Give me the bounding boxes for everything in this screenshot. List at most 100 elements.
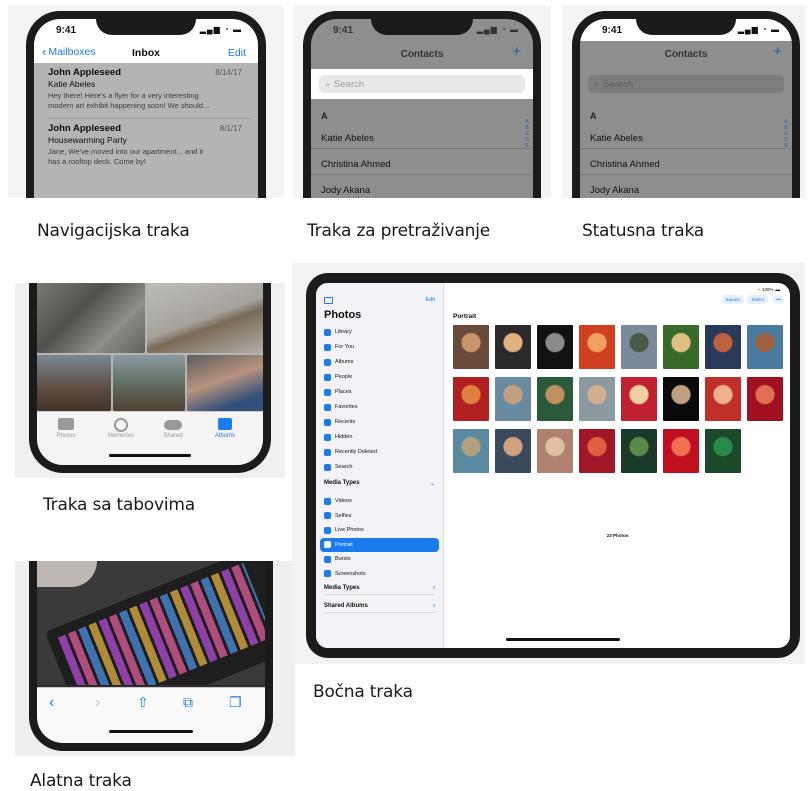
sidebar-item[interactable]: Favorites — [320, 400, 439, 414]
photo-thumbnail[interactable] — [579, 325, 615, 369]
albums-icon — [218, 418, 232, 430]
sidebar-item-icon — [324, 343, 331, 351]
status-time: 9:41 — [333, 25, 354, 36]
photo-thumbnail[interactable] — [495, 429, 531, 473]
caption-toolbar: Alatna traka — [30, 771, 132, 791]
iphone-frame: Photos Memories Shared Albums — [29, 283, 271, 473]
sidebar-toggle-icon[interactable] — [324, 297, 333, 304]
share-icon[interactable]: ⇧ — [137, 694, 151, 710]
sidebar-item-label: Live Photos — [335, 527, 364, 533]
iphone-frame: 9:41 ▂▄▆ ◔ ▬ Contacts + ⌕ Search A Katie… — [303, 11, 541, 198]
photo-thumbnail[interactable] — [579, 429, 615, 473]
sidebar-item-icon — [324, 497, 331, 505]
media-types-header[interactable]: Media Types ⌄ — [324, 480, 435, 487]
search-icon: ⌕ — [325, 78, 331, 89]
add-contact-button[interactable]: + — [512, 43, 521, 60]
photo-thumbnail[interactable] — [579, 377, 615, 421]
photo-thumbnail[interactable] — [663, 325, 699, 369]
tabs-icon[interactable]: ❐ — [229, 694, 242, 711]
sidebar-media-item[interactable]: Selfies — [320, 509, 439, 523]
back-icon[interactable]: ‹ — [49, 694, 54, 712]
photo-count: 23 Photos — [606, 533, 629, 538]
memories-icon — [114, 418, 128, 432]
more-button[interactable]: ••• — [773, 295, 784, 304]
search-field[interactable]: ⌕ Search — [319, 75, 525, 93]
section-shared-albums[interactable]: Shared Albums › — [324, 603, 435, 613]
sidebar-media-item[interactable]: Live Photos — [320, 523, 439, 537]
contact-row[interactable]: Jody Akana — [311, 175, 533, 198]
photo-thumbnail[interactable] — [621, 429, 657, 473]
sidebar-item[interactable]: Places — [320, 385, 439, 399]
sidebar-media-item[interactable]: Bursts — [320, 552, 439, 566]
contact-row[interactable]: Christina Ahmed — [311, 149, 533, 175]
sidebar-edit-button[interactable]: Edit — [426, 297, 435, 303]
section-header: A — [590, 111, 597, 121]
contact-name: Katie Abeles — [321, 133, 374, 144]
signal-wifi-battery-icon: ▂▄▆ ◔ ▬ — [199, 25, 242, 34]
photo-thumbnail[interactable] — [453, 377, 489, 421]
photo-thumbnail[interactable] — [747, 325, 783, 369]
photo-thumbnail[interactable] — [453, 325, 489, 369]
photo-thumbnail[interactable] — [537, 325, 573, 369]
photo-thumbnail[interactable] — [621, 377, 657, 421]
edit-button[interactable]: Edit — [228, 47, 246, 59]
square-button[interactable]: Square — [721, 295, 744, 304]
tab-label: Memories — [107, 433, 135, 439]
contact-name: Jody Akana — [590, 185, 640, 196]
contact-name: Jody Akana — [321, 185, 371, 196]
tab-albums[interactable]: Albums — [207, 418, 243, 439]
sidebar-item[interactable]: Recently Deleted — [320, 445, 439, 459]
home-indicator — [109, 730, 193, 733]
sidebar-item-label: Recents — [335, 419, 356, 425]
notch — [96, 19, 196, 35]
tab-photos[interactable]: Photos — [51, 418, 81, 439]
index-scrubber[interactable]: ABCDE — [525, 119, 529, 149]
nav-title: Inbox — [132, 47, 160, 59]
photo-thumbnail[interactable] — [495, 325, 531, 369]
sidebar-item[interactable]: Albums — [320, 355, 439, 369]
photo-thumbnail[interactable] — [705, 377, 741, 421]
photo-thumbnail[interactable] — [495, 377, 531, 421]
sidebar-item[interactable]: Library — [320, 325, 439, 339]
tab-shared[interactable]: Shared — [155, 418, 191, 439]
forward-icon[interactable]: › — [95, 694, 100, 712]
hand-image — [37, 561, 97, 587]
photo-thumbnail[interactable] — [663, 377, 699, 421]
contact-row[interactable]: Christina Ahmed — [580, 149, 792, 175]
contact-row[interactable]: Jody Akana — [580, 175, 792, 198]
contact-row[interactable]: Katie Abeles — [311, 123, 533, 149]
photo-thumbnail[interactable] — [663, 429, 699, 473]
contact-row[interactable]: Katie Abeles — [580, 123, 792, 149]
sidebar-item-label: Videos — [335, 498, 352, 504]
photo-thumbnail[interactable] — [537, 429, 573, 473]
safari-screen: ‹ › ⇧ ⧉ ❐ — [37, 561, 265, 743]
sidebar-item[interactable]: Search — [320, 460, 439, 474]
sidebar-item[interactable]: People — [320, 370, 439, 384]
tab-memories[interactable]: Memories — [103, 418, 139, 439]
mail-screen: 9:41 ▂▄▆ ◔ ▬ ‹ Mailboxes Inbox Edit John… — [34, 19, 258, 198]
search-field[interactable]: ⌕ Search — [588, 75, 784, 93]
add-contact-button[interactable]: + — [773, 43, 782, 60]
sidebar-media-item[interactable]: Screenshots — [320, 567, 439, 581]
sidebar-item[interactable]: Recents — [320, 415, 439, 429]
photo-thumbnail[interactable] — [705, 429, 741, 473]
content-area: Square Select ••• Portrait 23 Photos — [445, 283, 790, 648]
search-bar[interactable]: ⌕ Search — [311, 69, 533, 99]
sidebar-item-label: Selfies — [335, 512, 352, 519]
index-scrubber[interactable]: ABCDE — [784, 119, 788, 149]
photo-thumbnail[interactable] — [747, 377, 783, 421]
photos-icon — [58, 418, 74, 430]
sidebar-item[interactable]: For You — [320, 340, 439, 354]
bookmarks-icon[interactable]: ⧉ — [183, 694, 193, 711]
photo-thumbnail[interactable] — [537, 377, 573, 421]
sidebar-media-item[interactable]: Videos — [320, 494, 439, 508]
photo-thumbnail[interactable] — [621, 325, 657, 369]
photo-thumbnail[interactable] — [705, 325, 741, 369]
contact-name: Christina Ahmed — [321, 159, 391, 170]
sidebar-item[interactable]: Hidden — [320, 430, 439, 444]
photo-thumbnail[interactable] — [453, 429, 489, 473]
sidebar-item-icon — [324, 555, 331, 563]
sidebar-media-item[interactable]: Portrait — [320, 537, 439, 552]
select-button[interactable]: Select — [747, 295, 768, 304]
section-media-types[interactable]: Media Types › — [324, 585, 435, 595]
